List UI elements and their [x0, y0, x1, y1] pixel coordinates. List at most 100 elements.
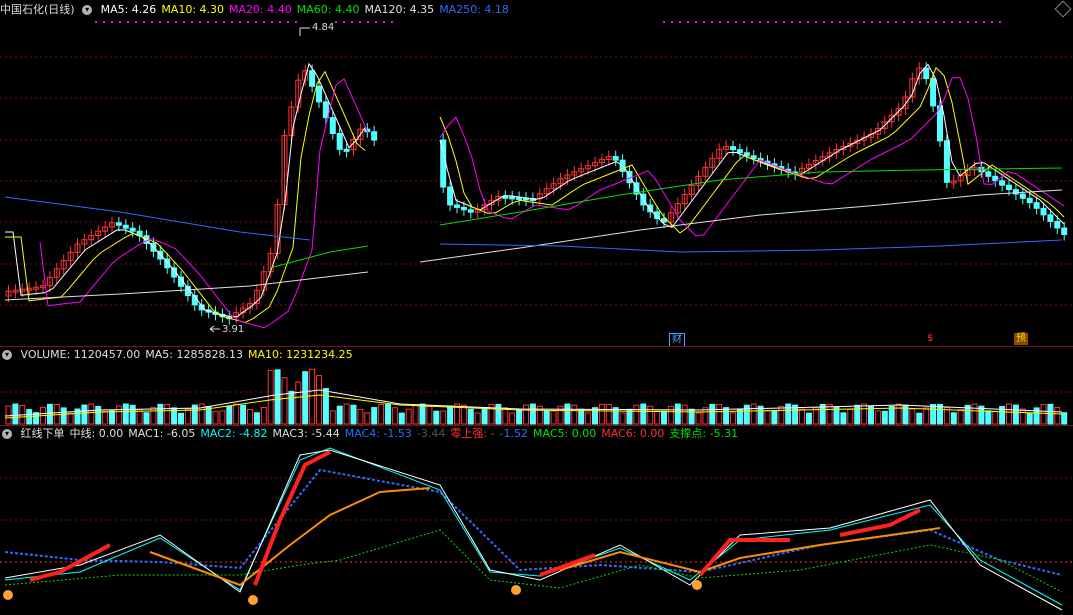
buy-hand-icon — [248, 595, 258, 605]
macd-indicator: 支撑点: -5.31 — [669, 427, 739, 440]
candle-body — [509, 196, 516, 200]
candle-body — [1033, 202, 1040, 209]
signal-dot — [695, 21, 697, 23]
candle-body — [1026, 197, 1033, 204]
signal-dot — [135, 21, 137, 23]
signal-dot — [367, 21, 369, 23]
volume-bar — [523, 404, 529, 425]
signal-dot — [903, 21, 905, 23]
signal-dot — [703, 21, 705, 23]
volume-bar — [316, 375, 322, 425]
volume-bar — [709, 403, 716, 425]
volume-bar — [474, 412, 481, 425]
collapse-macd-icon[interactable]: ▾ — [2, 429, 12, 439]
signal-dot — [231, 21, 233, 23]
candle-body — [336, 133, 343, 150]
volume-bar — [861, 403, 868, 425]
candle-body — [467, 209, 474, 213]
volume-bar — [329, 410, 336, 425]
signal-dot — [183, 21, 185, 23]
volume-bar — [585, 412, 592, 425]
volume-bar — [992, 410, 999, 425]
signal-dot — [239, 21, 241, 23]
volume-bar — [971, 403, 978, 425]
signal-dot — [727, 21, 729, 23]
collapse-volume-icon[interactable]: ▾ — [2, 350, 12, 360]
signal-dot — [199, 21, 201, 23]
volume-indicator: MA5: 1285828.13 — [145, 348, 243, 361]
signal-dot — [175, 21, 177, 23]
volume-bar — [564, 403, 571, 425]
signal-dot — [759, 21, 761, 23]
volume-bar — [336, 405, 343, 425]
buy-hand-icon — [692, 580, 702, 590]
volume-bar — [309, 368, 316, 425]
volume-bar — [640, 403, 647, 425]
signal-dot — [127, 21, 129, 23]
macd-indicator: MAC1: -6.05 — [128, 427, 196, 440]
forecast-marker[interactable]: 预 — [1014, 333, 1028, 345]
volume-bar — [157, 403, 164, 425]
macd-indicator: MAC2: -4.82 — [200, 427, 268, 440]
signal-dot — [783, 21, 785, 23]
candle-body — [1040, 207, 1047, 216]
volume-bar — [440, 410, 447, 425]
volume-bar — [164, 404, 171, 425]
dividend-marker[interactable]: $ — [925, 333, 935, 345]
signal-dot — [359, 21, 361, 23]
volume-bar — [695, 412, 702, 425]
financial-report-marker[interactable]: 财 — [669, 333, 685, 347]
volume-bar — [398, 412, 405, 425]
volume-bar — [322, 388, 329, 425]
volume-bar — [543, 410, 550, 425]
volume-bar — [426, 405, 433, 425]
signal-dot — [975, 21, 977, 23]
signal-dot — [943, 21, 945, 23]
volume-bar — [785, 403, 792, 425]
stock-chart-canvas[interactable] — [0, 0, 1073, 615]
signal-dot — [839, 21, 841, 23]
volume-bar — [743, 404, 750, 425]
candle-body — [743, 152, 750, 157]
volume-bar — [267, 370, 274, 425]
volume-bar — [571, 404, 578, 425]
signal-dot — [879, 21, 881, 23]
volume-bar — [771, 410, 778, 425]
signal-dot — [967, 21, 969, 23]
candle-body — [460, 206, 467, 211]
volume-bar — [840, 412, 847, 425]
volume-bar — [750, 403, 757, 425]
signal-dot — [823, 21, 825, 23]
signal-dot — [159, 21, 161, 23]
volume-bar — [598, 403, 605, 425]
macd-indicator: MAC6: 0.00 — [601, 427, 665, 440]
signal-dot — [119, 21, 121, 23]
volume-bar — [681, 404, 688, 425]
buy-hand-icon — [511, 585, 521, 595]
volume-legend: ▾ VOLUME: 1120457.00 MA5: 1285828.13 MA10:… — [0, 347, 363, 363]
signal-dot — [791, 21, 793, 23]
macd-indicator: 红线下单 — [20, 427, 65, 440]
low-arrow — [209, 325, 220, 333]
volume-bar — [371, 407, 378, 425]
volume-bar — [778, 405, 785, 425]
macd-indicator: MAC3: -5.44 — [272, 427, 340, 440]
signal-dot — [951, 21, 953, 23]
macd-indicator-list: 红线下单 中线: 0.00 MAC1: -6.05 MAC2: -4.82 MAC3: … — [21, 427, 744, 440]
volume-bar — [764, 410, 771, 425]
volume-bar — [481, 407, 488, 425]
volume-bar — [1047, 403, 1054, 425]
marker-dollar: $ — [927, 333, 934, 344]
volume-bar — [550, 410, 557, 425]
high-arrow — [299, 27, 310, 36]
candle-body — [454, 204, 460, 208]
candle-body — [322, 101, 329, 119]
macd-indicator: -1.52 — [499, 427, 528, 440]
macd-indicator: MAC5: 0.00 — [533, 427, 597, 440]
volume-bar — [129, 404, 136, 425]
low-price-value: 3.91 — [222, 324, 245, 335]
volume-bar — [888, 405, 895, 425]
volume-bar — [150, 406, 157, 425]
volume-bar — [419, 403, 426, 425]
volume-bar — [605, 403, 612, 425]
